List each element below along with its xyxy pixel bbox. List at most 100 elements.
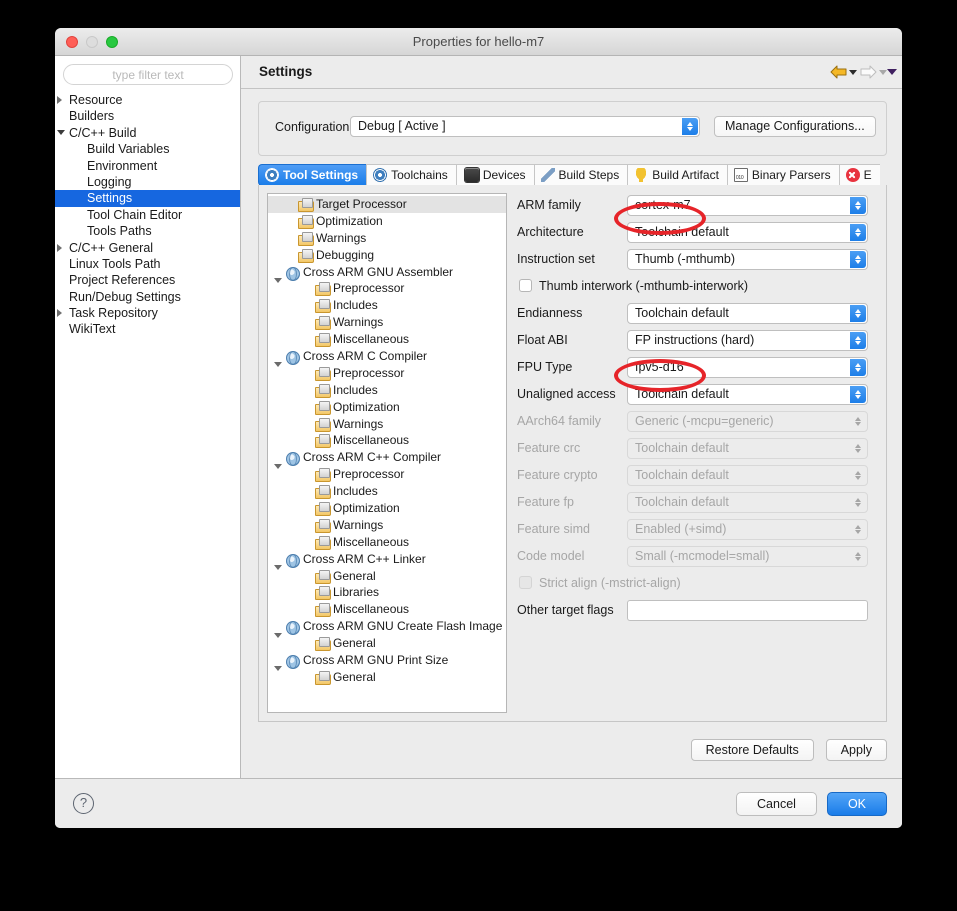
sidebar-item-label: C/C++ General [69, 241, 153, 255]
folder-icon [298, 215, 313, 228]
twisty-collapsed-icon[interactable] [57, 309, 62, 317]
select-stepper-icon[interactable] [850, 197, 866, 214]
restore-defaults-button[interactable]: Restore Defaults [691, 739, 814, 761]
select-stepper-icon[interactable] [850, 224, 866, 241]
wrench-icon [541, 168, 555, 182]
tab-binary-parsers[interactable]: Binary Parsers [727, 164, 839, 186]
select-instruction-set[interactable]: Thumb (-mthumb) [627, 249, 868, 270]
configuration-select[interactable]: Debug [ Active ] [350, 116, 700, 137]
select-float-abi[interactable]: FP instructions (hard) [627, 330, 868, 351]
sidebar-item-label: Builders [69, 109, 114, 123]
twisty-collapsed-icon[interactable] [57, 244, 62, 252]
tool-tree-item-general[interactable]: General [268, 568, 506, 585]
form-row-unaligned-access: Unaligned accessToolchain default [517, 382, 878, 409]
help-icon[interactable]: ? [73, 793, 94, 814]
sidebar-item-wikitext[interactable]: WikiText [55, 321, 240, 337]
tool-tree-panel[interactable]: Target ProcessorOptimizationWarningsDebu… [267, 193, 507, 713]
tool-tree-item-optimization[interactable]: Optimization [268, 213, 506, 230]
cancel-button[interactable]: Cancel [736, 792, 817, 816]
tool-tree-item-optimization[interactable]: Optimization [268, 500, 506, 517]
tool-tree-item-cross-arm-c-linker[interactable]: Cross ARM C++ Linker [268, 551, 506, 568]
tool-tree-item-optimization[interactable]: Optimization [268, 399, 506, 416]
sidebar-item-logging[interactable]: Logging [55, 174, 240, 190]
tab-build-steps[interactable]: Build Steps [534, 164, 628, 186]
ok-button[interactable]: OK [827, 792, 887, 816]
tool-tree-item-cross-arm-gnu-create-flash-image[interactable]: Cross ARM GNU Create Flash Image [268, 618, 506, 635]
tool-tree-item-warnings[interactable]: Warnings [268, 416, 506, 433]
tool-tree-item-preprocessor[interactable]: Preprocessor [268, 280, 506, 297]
select-stepper-icon[interactable] [850, 251, 866, 268]
tool-tree-item-warnings[interactable]: Warnings [268, 230, 506, 247]
tool-tree-item-miscellaneous[interactable]: Miscellaneous [268, 534, 506, 551]
select-unaligned-access[interactable]: Toolchain default [627, 384, 868, 405]
tool-tree-item-miscellaneous[interactable]: Miscellaneous [268, 432, 506, 449]
sidebar-item-linux-tools-path[interactable]: Linux Tools Path [55, 256, 240, 272]
sidebar-item-run-debug-settings[interactable]: Run/Debug Settings [55, 289, 240, 305]
tool-tree-item-preprocessor[interactable]: Preprocessor [268, 466, 506, 483]
select-value: fpv5-d16 [635, 360, 684, 374]
dialog-body: ResourceBuilders C/C++ BuildBuild Variabl… [55, 56, 902, 778]
sidebar-item-tool-chain-editor[interactable]: Tool Chain Editor [55, 207, 240, 223]
twisty-collapsed-icon[interactable] [57, 96, 62, 104]
tool-tree-item-cross-arm-gnu-print-size[interactable]: Cross ARM GNU Print Size [268, 652, 506, 669]
sidebar-item-builders[interactable]: Builders [55, 108, 240, 124]
select-architecture[interactable]: Toolchain default [627, 222, 868, 243]
apply-button[interactable]: Apply [826, 739, 887, 761]
select-arm-family[interactable]: cortex-m7 [627, 195, 868, 216]
tool-tree-item-warnings[interactable]: Warnings [268, 314, 506, 331]
tab-tool-settings[interactable]: Tool Settings [258, 164, 366, 186]
back-arrow-icon[interactable] [828, 62, 848, 82]
page-header: Settings [241, 56, 902, 89]
checkbox-thumb-interwork-mthumb-interwork[interactable] [519, 279, 532, 292]
tool-tree-item-general[interactable]: General [268, 669, 506, 686]
window-title: Properties for hello-m7 [55, 28, 902, 55]
manage-configurations-button[interactable]: Manage Configurations... [714, 116, 876, 137]
sidebar-item-environment[interactable]: Environment [55, 158, 240, 174]
tool-tree-item-label: General [333, 635, 376, 652]
sidebar-item-resource[interactable]: Resource [55, 92, 240, 108]
tab-build-artifact[interactable]: Build Artifact [627, 164, 727, 186]
tool-tree-item-includes[interactable]: Includes [268, 483, 506, 500]
tool-tree-item-cross-arm-gnu-assembler[interactable]: Cross ARM GNU Assembler [268, 264, 506, 281]
sidebar-item-c-c-build[interactable]: C/C++ Build [55, 125, 240, 141]
tool-tree-item-debugging[interactable]: Debugging [268, 247, 506, 264]
tool-tree-item-cross-arm-c-compiler[interactable]: Cross ARM C Compiler [268, 348, 506, 365]
filter-input[interactable] [63, 64, 233, 85]
select-stepper-icon [850, 440, 866, 457]
sidebar-item-project-references[interactable]: Project References [55, 272, 240, 288]
form-row-feature-fp: Feature fpToolchain default [517, 490, 878, 517]
view-menu-chevron-icon[interactable] [888, 62, 896, 82]
configuration-stepper-icon[interactable] [682, 118, 698, 135]
sidebar-item-settings[interactable]: Settings [55, 190, 240, 206]
select-stepper-icon [850, 548, 866, 565]
tool-tree-item-miscellaneous[interactable]: Miscellaneous [268, 601, 506, 618]
form-control-wrapper: Toolchain default [627, 222, 868, 243]
tab-devices[interactable]: Devices [456, 164, 534, 186]
select-endianness[interactable]: Toolchain default [627, 303, 868, 324]
tab-toolchains[interactable]: Toolchains [366, 164, 456, 186]
sidebar-item-tools-paths[interactable]: Tools Paths [55, 223, 240, 239]
select-stepper-icon[interactable] [850, 359, 866, 376]
tool-tree-item-libraries[interactable]: Libraries [268, 584, 506, 601]
select-stepper-icon[interactable] [850, 305, 866, 322]
tool-tree-item-cross-arm-c-compiler[interactable]: Cross ARM C++ Compiler [268, 449, 506, 466]
tool-tree-item-miscellaneous[interactable]: Miscellaneous [268, 331, 506, 348]
tool-tree-item-warnings[interactable]: Warnings [268, 517, 506, 534]
tool-tree-item-includes[interactable]: Includes [268, 297, 506, 314]
sidebar-item-build-variables[interactable]: Build Variables [55, 141, 240, 157]
tab-e[interactable]: E [839, 164, 880, 186]
tool-tree-item-general[interactable]: General [268, 635, 506, 652]
select-stepper-icon[interactable] [850, 332, 866, 349]
tool-tree-item-preprocessor[interactable]: Preprocessor [268, 365, 506, 382]
back-history-chevron-icon[interactable] [849, 62, 857, 82]
sidebar-item-label: Task Repository [69, 306, 158, 320]
target-processor-form: ARM familycortex-m7ArchitectureToolchain… [517, 193, 878, 713]
tool-tree-item-includes[interactable]: Includes [268, 382, 506, 399]
tool-tree-item-target-processor[interactable]: Target Processor [268, 196, 506, 213]
input-other-target-flags[interactable] [627, 600, 868, 621]
select-fpu-type[interactable]: fpv5-d16 [627, 357, 868, 378]
sidebar-item-c-c-general[interactable]: C/C++ General [55, 240, 240, 256]
sidebar-item-task-repository[interactable]: Task Repository [55, 305, 240, 321]
twisty-expanded-icon[interactable] [57, 130, 65, 135]
select-stepper-icon[interactable] [850, 386, 866, 403]
